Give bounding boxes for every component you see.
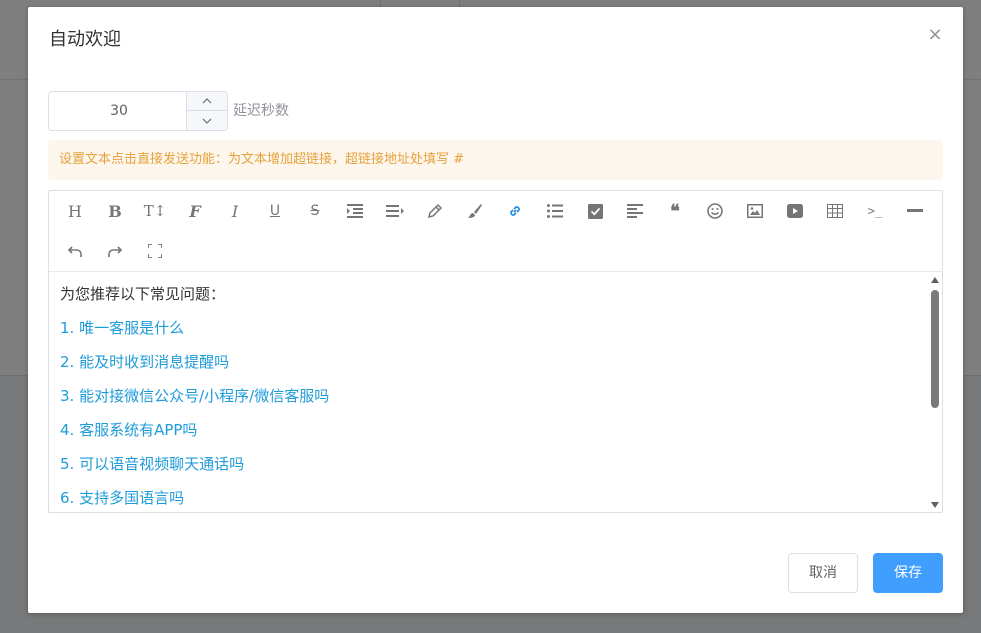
hint-alert: 设置文本点击直接发送功能：为文本增加超链接，超链接地址处填写 # [48,140,943,180]
cancel-button[interactable]: 取消 [788,553,858,593]
auto-welcome-dialog: 自动欢迎 × 30 延迟秒数 设置文本点击直接发送功能：为文本增加超链接，超链接… [28,7,963,613]
brush-icon[interactable] [461,197,489,225]
number-spinner [186,92,227,130]
text-size-glyph: T↕ [143,202,167,220]
emoji-icon[interactable] [701,197,729,225]
strike-glyph: S [310,203,320,219]
undo-icon[interactable] [61,237,89,265]
text-size-icon[interactable]: T↕ [141,197,169,225]
scroll-up-arrow-icon[interactable] [930,275,940,285]
dialog-title: 自动欢迎 [49,29,121,50]
scroll-down-arrow-icon[interactable] [930,500,940,510]
delay-seconds-input[interactable]: 30 [48,91,228,131]
intro-text: 为您推荐以下常见问题： [60,285,226,303]
quote-icon[interactable]: ❝ [661,197,689,225]
indent-icon[interactable] [341,197,369,225]
close-icon[interactable]: × [927,25,943,45]
editor-content[interactable]: 为您推荐以下常见问题： 1. 唯一客服是什么 2. 能及时收到消息提醒吗 3. … [49,272,927,512]
link-icon[interactable] [501,197,529,225]
faq-link[interactable]: 4. 客服系统有APP吗 [60,420,197,440]
image-icon[interactable] [741,197,769,225]
save-button[interactable]: 保存 [873,553,943,593]
bullet-list-icon[interactable] [541,197,569,225]
heading-icon[interactable]: H [61,197,89,225]
faq-link[interactable]: 6. 支持多国语言吗 [60,488,184,508]
quote-glyph: ❝ [670,200,680,222]
checkbox-icon[interactable] [581,197,609,225]
faq-link[interactable]: 5. 可以语音视频聊天通话吗 [60,454,244,474]
chevron-up-icon [202,98,212,104]
faq-link[interactable]: 3. 能对接微信公众号/小程序/微信客服吗 [60,386,329,406]
italic-glyph: I [231,201,239,221]
redo-icon[interactable] [101,237,129,265]
chevron-down-icon [202,118,212,124]
align-icon[interactable] [381,197,409,225]
code-glyph: >_ [867,204,883,218]
decrease-button[interactable] [187,111,227,130]
underline-icon[interactable]: U [261,197,289,225]
font-icon[interactable]: F [181,197,209,225]
table-icon[interactable] [821,197,849,225]
strikethrough-icon[interactable]: S [301,197,329,225]
code-icon[interactable]: >_ [861,197,889,225]
italic-icon[interactable]: I [221,197,249,225]
delay-seconds-label: 延迟秒数 [233,103,289,119]
bold-glyph: B [108,201,122,221]
horizontal-rule-icon[interactable] [901,197,929,225]
align-left-icon[interactable] [621,197,649,225]
fullscreen-icon[interactable] [141,237,169,265]
video-icon[interactable] [781,197,809,225]
faq-link[interactable]: 1. 唯一客服是什么 [60,318,184,338]
bold-icon[interactable]: B [101,197,129,225]
increase-button[interactable] [187,92,227,111]
scrollbar-thumb[interactable] [931,290,939,408]
heading-glyph: H [68,201,82,221]
faq-link[interactable]: 2. 能及时收到消息提醒吗 [60,352,229,372]
underline-glyph: U [269,203,281,219]
rich-text-editor: H B T↕ F I U S ❝ >_ 为您推荐以下常见问题： 1. 唯一客服是… [48,190,943,513]
editor-scrollbar[interactable] [928,272,942,512]
delay-seconds-value[interactable]: 30 [49,92,189,130]
hint-text: 设置文本点击直接发送功能：为文本增加超链接，超链接地址处填写 # [59,152,465,167]
font-glyph: F [189,201,201,221]
pencil-icon[interactable] [421,197,449,225]
editor-toolbar: H B T↕ F I U S ❝ >_ [49,191,942,272]
